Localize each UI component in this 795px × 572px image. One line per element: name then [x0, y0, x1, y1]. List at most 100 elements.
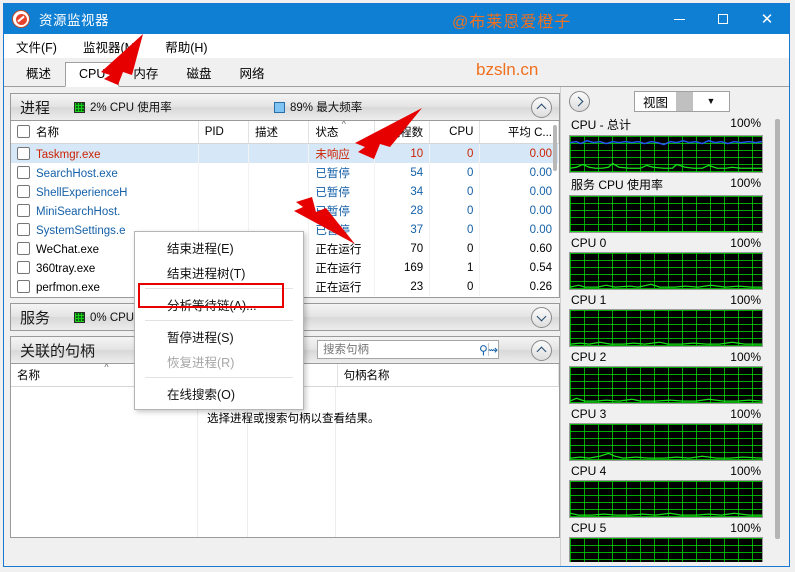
row-cpu: 0	[429, 277, 481, 296]
context-menu-item-end-process-tree[interactable]: 结束进程树(T)	[135, 260, 303, 285]
processes-collapse-button[interactable]	[531, 97, 552, 118]
row-desc	[248, 163, 310, 182]
row-cpu: 0	[429, 182, 481, 201]
row-state: 正在运行	[308, 239, 375, 258]
divider	[676, 91, 694, 111]
handle-search-box[interactable]: ⚲ ⇝	[317, 340, 499, 359]
col-state[interactable]: ^ 状态	[308, 121, 375, 144]
metric-max-frequency-label: 89% 最大频率	[290, 102, 363, 114]
table-row[interactable]: MiniSearchHost. 已暂停 28 0 0.00	[11, 201, 559, 220]
row-threads: 70	[374, 239, 431, 258]
cpu-graphs-list: CPU - 总计 100% 服务 CPU 使用率 100% CPU 0 100%…	[569, 115, 763, 562]
sort-ascending-icon: ^	[104, 364, 109, 372]
menu-help[interactable]: 帮助(H)	[165, 37, 207, 56]
tab-disk[interactable]: 磁盘	[172, 58, 225, 87]
row-threads: 37	[374, 220, 431, 239]
col-handle-title[interactable]: 句柄名称	[337, 364, 560, 387]
tab-memory[interactable]: 内存	[119, 58, 172, 87]
table-row[interactable]: Taskmgr.exe 未响应 10 0 0.00	[11, 143, 559, 163]
row-checkbox[interactable]	[17, 279, 30, 293]
window-title: 资源监视器	[39, 13, 109, 28]
right-pane: 视图 ▼ CPU - 总计 100% 服务 CPU 使用率 100% CPU 0…	[560, 87, 789, 566]
table-row[interactable]: ShellExperienceH 已暂停 34 0 0.00	[11, 182, 559, 201]
graph-cpu-2: CPU 2 100%	[569, 349, 763, 404]
menu-divider	[145, 377, 293, 378]
row-checkbox[interactable]	[17, 184, 30, 198]
metric-cpu-usage: 2% CPU 使用率	[74, 99, 274, 115]
graph-canvas	[569, 195, 763, 233]
graph-cpu-3: CPU 3 100%	[569, 406, 763, 461]
col-desc[interactable]: 描述	[248, 121, 310, 144]
graph-plot	[570, 341, 762, 345]
row-checkbox[interactable]	[17, 222, 30, 236]
graph-label-row: CPU 1 100%	[569, 292, 763, 309]
row-cpu: 0	[429, 143, 481, 163]
graph-canvas	[569, 366, 763, 404]
row-threads: 10	[374, 143, 431, 163]
row-avg: 0.00	[479, 163, 559, 182]
right-pane-toolbar: 视图 ▼	[561, 87, 789, 115]
col-state-label: 状态	[315, 127, 339, 139]
row-checkbox[interactable]	[17, 260, 30, 274]
col-name[interactable]: 名称	[11, 121, 199, 144]
col-threads[interactable]: 线程数	[374, 121, 431, 144]
context-menu-item-suspend-process[interactable]: 暂停进程(S)	[135, 324, 303, 349]
search-input[interactable]	[318, 342, 479, 357]
graph-title: CPU 3	[571, 407, 607, 421]
graph-title: 服务 CPU 使用率	[571, 178, 664, 192]
search-icon[interactable]: ⚲	[479, 343, 488, 357]
maximize-button[interactable]	[701, 4, 745, 34]
tab-strip: 概述 CPU 内存 磁盘 网络 bzsln.cn	[4, 58, 789, 87]
context-menu-item-search-online[interactable]: 在线搜索(O)	[135, 381, 303, 406]
row-pid	[198, 163, 250, 182]
minimize-button[interactable]	[657, 4, 701, 34]
processes-title: 进程	[20, 99, 51, 117]
col-pid[interactable]: PID	[198, 121, 250, 144]
cpu-swatch-icon	[74, 311, 86, 323]
processes-header[interactable]: 进程 2% CPU 使用率 89% 最大频率	[11, 94, 559, 121]
row-threads: 34	[374, 182, 431, 201]
handles-collapse-button[interactable]	[531, 340, 552, 361]
row-checkbox[interactable]	[17, 203, 30, 217]
row-checkbox[interactable]	[17, 241, 30, 255]
collapse-right-pane-button[interactable]	[569, 90, 590, 112]
refresh-icon[interactable]: ⇝	[488, 343, 498, 357]
row-name: ShellExperienceH	[11, 182, 199, 201]
graph-label-row: CPU 5 100%	[569, 520, 763, 537]
row-checkbox[interactable]	[17, 165, 30, 179]
graph-max-value: 100%	[730, 236, 761, 250]
menu-monitor[interactable]: 监视器(M)	[83, 37, 139, 56]
menu-file[interactable]: 文件(F)	[16, 37, 57, 56]
graph-plot	[570, 397, 762, 402]
left-pane: 进程 2% CPU 使用率 89% 最大频率 名称 PID 描述 ^ 状态 线程…	[4, 87, 560, 566]
row-desc	[248, 182, 310, 201]
context-menu-item-end-process[interactable]: 结束进程(E)	[135, 235, 303, 260]
graph-plot	[570, 452, 762, 459]
graph-canvas	[569, 252, 763, 290]
tab-overview[interactable]: 概述	[12, 58, 65, 87]
row-cpu: 0	[429, 239, 481, 258]
processes-metrics: 2% CPU 使用率 89% 最大频率	[74, 99, 362, 115]
table-row[interactable]: SearchHost.exe 已暂停 54 0 0.00	[11, 163, 559, 182]
view-dropdown[interactable]: 视图 ▼	[634, 90, 730, 112]
process-context-menu: 结束进程(E) 结束进程树(T) 分析等待链(A)... 暂停进程(S) 恢复进…	[134, 231, 304, 410]
row-threads: 169	[374, 258, 431, 277]
processes-scrollbar-thumb[interactable]	[553, 125, 557, 171]
right-pane-scrollbar-thumb[interactable]	[775, 119, 780, 539]
annotation-highlight-box	[138, 283, 284, 308]
tab-network[interactable]: 网络	[225, 58, 278, 87]
col-cpu[interactable]: CPU	[429, 121, 481, 144]
row-name-label: SearchHost.exe	[36, 167, 118, 180]
row-checkbox[interactable]	[17, 146, 30, 160]
close-button[interactable]: ✕	[745, 4, 789, 34]
graph-plot	[570, 139, 762, 169]
services-expand-button[interactable]	[531, 307, 552, 328]
graph-label-row: CPU 4 100%	[569, 463, 763, 480]
row-threads: 23	[374, 277, 431, 296]
graph-max-value: 100%	[730, 407, 761, 421]
graph-label-row: CPU 3 100%	[569, 406, 763, 423]
row-name-label: perfmon.exe	[36, 281, 100, 294]
tab-cpu[interactable]: CPU	[65, 62, 120, 87]
col-avg-cpu[interactable]: 平均 C...	[479, 121, 559, 144]
select-all-checkbox[interactable]	[17, 125, 30, 138]
